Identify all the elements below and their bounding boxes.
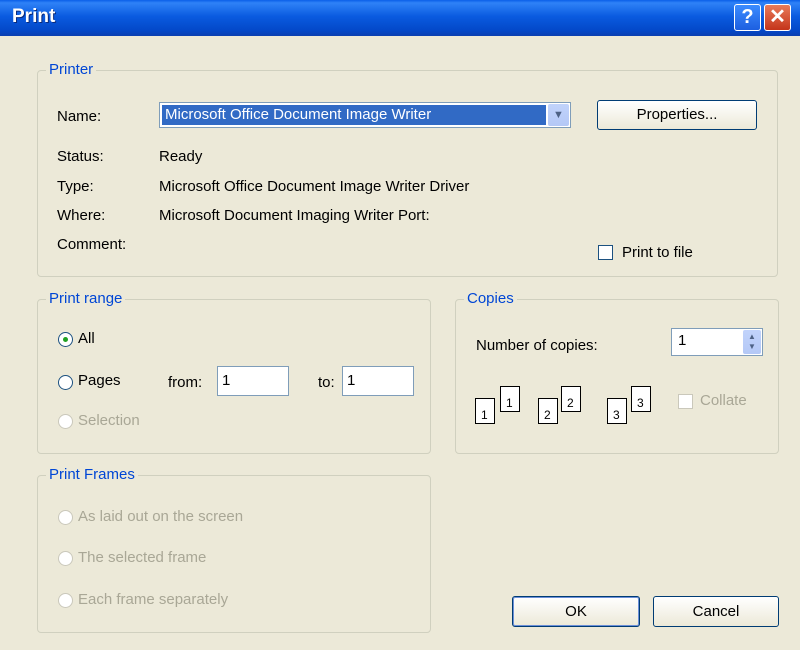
- cancel-button[interactable]: Cancel: [653, 596, 779, 627]
- spinner-arrows[interactable]: ▲ ▼: [743, 330, 761, 354]
- from-label: from:: [168, 374, 203, 391]
- status-label: Status:: [57, 148, 104, 165]
- radio-selected-dot: [63, 337, 68, 342]
- copies-spinner[interactable]: 1 ▲ ▼: [671, 328, 763, 356]
- selection-radio-label[interactable]: Selection: [78, 412, 140, 429]
- all-radio[interactable]: [58, 332, 73, 347]
- spin-down-icon[interactable]: ▼: [743, 342, 761, 351]
- print-to-file-checkbox[interactable]: [598, 245, 613, 260]
- print-frames-group-label: Print Frames: [46, 466, 138, 484]
- name-label: Name:: [57, 108, 102, 125]
- properties-button[interactable]: Properties...: [597, 100, 757, 130]
- from-page-input[interactable]: 1: [217, 366, 289, 396]
- number-of-copies-label: Number of copies:: [476, 337, 598, 354]
- frames-each-separately-radio[interactable]: [58, 593, 73, 608]
- copies-value: 1: [678, 332, 687, 349]
- collate-page-number: 1: [506, 396, 513, 410]
- chevron-down-icon[interactable]: ▼: [548, 104, 569, 126]
- to-page-input[interactable]: 1: [342, 366, 414, 396]
- print-range-group-label: Print range: [46, 290, 126, 308]
- collate-page-number: 1: [481, 408, 488, 422]
- collate-page-back: 1: [500, 386, 520, 412]
- collate-label[interactable]: Collate: [700, 392, 747, 409]
- where-label: Where:: [57, 207, 106, 224]
- collate-page-number: 3: [613, 408, 620, 422]
- close-button[interactable]: ✕: [764, 4, 791, 31]
- print-to-file-label[interactable]: Print to file: [622, 244, 693, 261]
- type-label: Type:: [57, 178, 94, 195]
- frames-selected-frame-radio[interactable]: [58, 551, 73, 566]
- printer-name-value: Microsoft Office Document Image Writer: [162, 105, 546, 125]
- collate-checkbox[interactable]: [678, 394, 693, 409]
- window-title: Print: [12, 6, 56, 27]
- frames-as-laid-out-label[interactable]: As laid out on the screen: [78, 508, 243, 525]
- status-value: Ready: [159, 148, 203, 165]
- comment-label: Comment:: [57, 236, 127, 253]
- close-icon: ✕: [769, 6, 786, 28]
- printer-name-select[interactable]: Microsoft Office Document Image Writer ▼: [159, 102, 571, 128]
- help-icon: ?: [741, 6, 754, 28]
- collate-page-number: 2: [567, 396, 574, 410]
- printer-group-label: Printer: [46, 61, 97, 79]
- to-label: to:: [318, 374, 335, 391]
- collate-page-number: 3: [637, 396, 644, 410]
- pages-radio[interactable]: [58, 375, 73, 390]
- frames-as-laid-out-radio[interactable]: [58, 510, 73, 525]
- copies-group: Copies: [455, 290, 779, 454]
- collate-page-front: 2: [538, 398, 558, 424]
- type-value: Microsoft Office Document Image Writer D…: [159, 178, 470, 195]
- ok-button[interactable]: OK: [512, 596, 640, 627]
- collate-page-back: 3: [631, 386, 651, 412]
- title-bar[interactable]: Print ? ✕: [0, 0, 800, 36]
- frames-each-separately-label[interactable]: Each frame separately: [78, 591, 228, 608]
- frames-selected-frame-label[interactable]: The selected frame: [78, 549, 206, 566]
- collate-page-front: 3: [607, 398, 627, 424]
- collate-page-back: 2: [561, 386, 581, 412]
- collate-page-number: 2: [544, 408, 551, 422]
- selection-radio[interactable]: [58, 414, 73, 429]
- spin-up-icon[interactable]: ▲: [743, 332, 761, 341]
- help-button[interactable]: ?: [734, 4, 761, 31]
- copies-group-label: Copies: [464, 290, 517, 308]
- pages-radio-label[interactable]: Pages: [78, 372, 121, 389]
- collate-page-front: 1: [475, 398, 495, 424]
- where-value: Microsoft Document Imaging Writer Port:: [159, 207, 430, 224]
- all-radio-label[interactable]: All: [78, 330, 95, 347]
